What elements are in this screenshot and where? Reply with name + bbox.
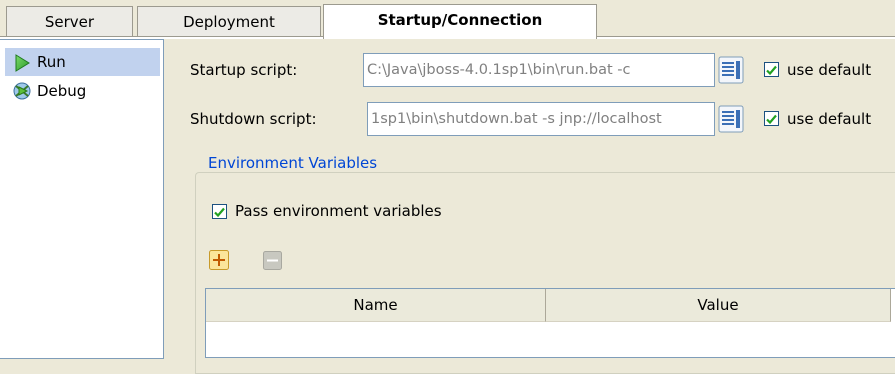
add-variable-button[interactable]	[208, 249, 230, 271]
startup-use-default-label: use default	[787, 61, 872, 79]
tab-startup-connection-label: Startup/Connection	[377, 11, 543, 29]
variables-table[interactable]: Name Value	[205, 288, 895, 358]
tab-startup-connection[interactable]: Startup/Connection	[323, 4, 597, 39]
list-icon	[718, 105, 744, 133]
shutdown-use-default-label: use default	[787, 110, 872, 128]
check-icon	[766, 114, 777, 125]
column-header-value-label: Value	[697, 296, 739, 314]
sidebar-item-run-label: Run	[37, 53, 66, 71]
column-header-name-label: Name	[353, 296, 398, 314]
sidebar-item-debug[interactable]: Debug	[5, 77, 160, 105]
startup-browse-button[interactable]	[718, 55, 744, 85]
check-icon	[214, 207, 225, 218]
sidebar-item-run[interactable]: Run	[5, 48, 160, 76]
environment-variables-title: Environment Variables	[202, 154, 381, 172]
shutdown-browse-button[interactable]	[718, 104, 744, 134]
tab-deployment[interactable]: Deployment	[137, 6, 321, 36]
list-icon	[718, 56, 744, 84]
startup-script-field[interactable]: C:\Java\jboss-4.0.1sp1\bin\run.bat -c	[363, 53, 715, 87]
tab-deployment-label: Deployment	[183, 13, 275, 31]
startup-use-default-checkbox[interactable]	[764, 62, 779, 77]
check-icon	[766, 65, 777, 76]
minus-icon	[263, 251, 282, 270]
tab-server-label: Server	[44, 13, 95, 31]
shutdown-script-field[interactable]: 1sp1\bin\shutdown.bat -s jnp://localhost	[367, 102, 715, 136]
pass-env-label: Pass environment variables	[235, 202, 442, 220]
debug-icon	[11, 80, 33, 111]
plus-icon	[209, 250, 229, 270]
column-header-value[interactable]: Value	[546, 289, 891, 322]
tab-server[interactable]: Server	[6, 6, 133, 36]
shutdown-use-default-checkbox[interactable]	[764, 111, 779, 126]
sidebar-item-debug-label: Debug	[37, 82, 87, 100]
remove-variable-button[interactable]	[262, 250, 284, 272]
pass-env-checkbox[interactable]	[212, 204, 227, 219]
startup-script-label: Startup script:	[190, 61, 298, 79]
shutdown-script-label: Shutdown script:	[190, 110, 317, 128]
column-header-name[interactable]: Name	[206, 289, 546, 322]
